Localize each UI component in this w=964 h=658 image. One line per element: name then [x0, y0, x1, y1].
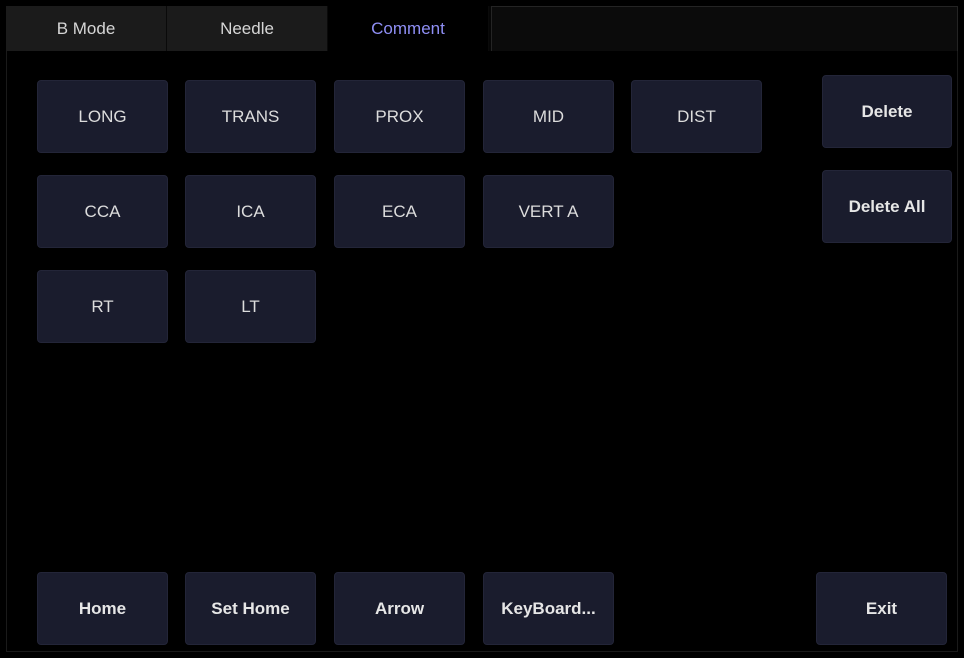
- set-home-button[interactable]: Set Home: [185, 572, 316, 645]
- tab-b-mode[interactable]: B Mode: [6, 6, 167, 51]
- arrow-button[interactable]: Arrow: [334, 572, 465, 645]
- delete-all-button[interactable]: Delete All: [822, 170, 952, 243]
- comment-mid-button[interactable]: MID: [483, 80, 614, 153]
- comment-ica-button[interactable]: ICA: [185, 175, 316, 248]
- tab-needle[interactable]: Needle: [167, 6, 328, 51]
- comment-prox-button[interactable]: PROX: [334, 80, 465, 153]
- home-button[interactable]: Home: [37, 572, 168, 645]
- comment-cca-button[interactable]: CCA: [37, 175, 168, 248]
- tab-comment[interactable]: Comment: [328, 6, 489, 51]
- comment-eca-button[interactable]: ECA: [334, 175, 465, 248]
- delete-button[interactable]: Delete: [822, 75, 952, 148]
- comment-lt-button[interactable]: LT: [185, 270, 316, 343]
- comment-long-button[interactable]: LONG: [37, 80, 168, 153]
- comment-vert-a-button[interactable]: VERT A: [483, 175, 614, 248]
- tab-bar-spacer: [491, 6, 958, 51]
- comment-rt-button[interactable]: RT: [37, 270, 168, 343]
- comment-trans-button[interactable]: TRANS: [185, 80, 316, 153]
- exit-button[interactable]: Exit: [816, 572, 947, 645]
- comment-dist-button[interactable]: DIST: [631, 80, 762, 153]
- keyboard-button[interactable]: KeyBoard...: [483, 572, 614, 645]
- tab-bar: B Mode Needle Comment: [6, 6, 958, 51]
